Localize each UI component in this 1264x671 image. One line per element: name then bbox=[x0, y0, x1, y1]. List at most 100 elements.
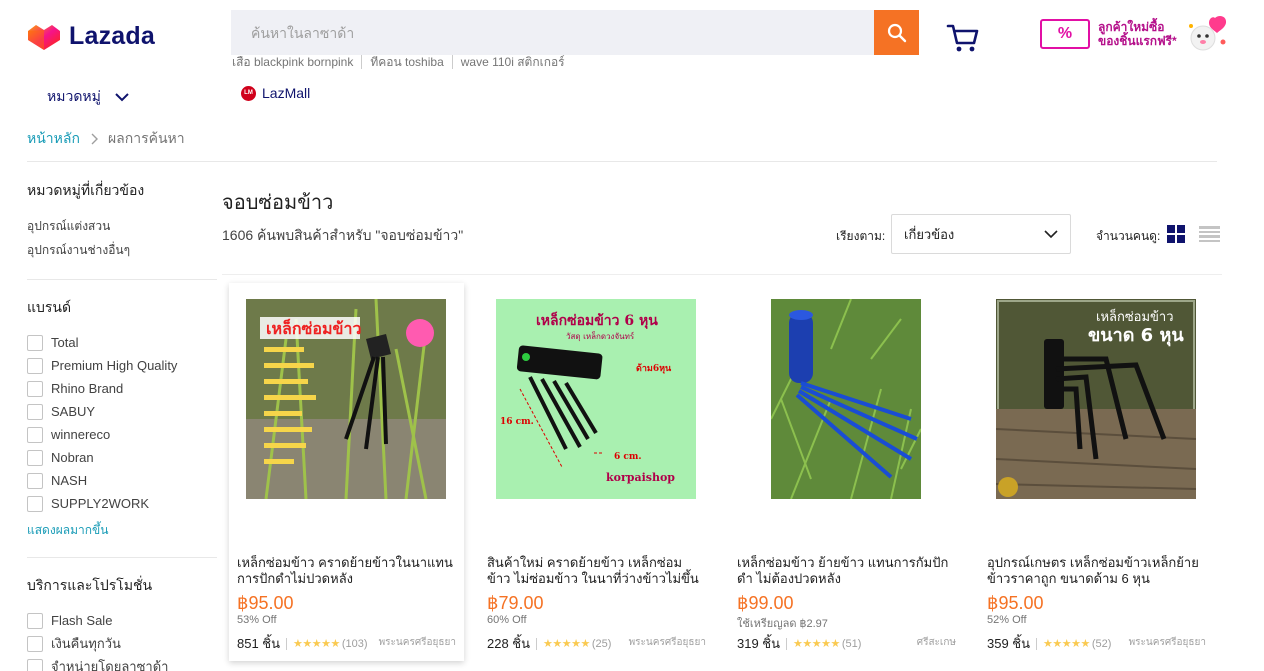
brand-filter-option[interactable]: SUPPLY2WORK bbox=[27, 492, 217, 515]
review-count: (103) bbox=[341, 637, 368, 650]
search-icon bbox=[887, 23, 906, 42]
product-price: ฿79.00 bbox=[487, 593, 544, 613]
related-category-link[interactable]: อุปกรณ์งานช่างอื่นๆ bbox=[27, 238, 217, 262]
product-location: พระนครศรีอยุธยา bbox=[1128, 637, 1206, 648]
service-filter-option[interactable]: Flash Sale bbox=[27, 609, 217, 632]
checkbox[interactable] bbox=[27, 612, 43, 629]
list-view-icon[interactable] bbox=[1199, 226, 1220, 242]
show-more-brands-link[interactable]: แสดงผลมากขึ้น bbox=[27, 521, 217, 540]
review-count: (51) bbox=[841, 637, 862, 650]
related-category-link[interactable]: อุปกรณ์แต่งสวน bbox=[27, 214, 217, 238]
brand-filter-option[interactable]: Rhino Brand bbox=[27, 377, 217, 400]
suggestion-link[interactable]: wave 110i สติกเกอร์ bbox=[451, 55, 573, 69]
service-label: Flash Sale bbox=[51, 613, 113, 628]
checkbox[interactable] bbox=[27, 380, 43, 397]
brand-filter-option[interactable]: Total bbox=[27, 331, 217, 354]
checkbox[interactable] bbox=[27, 495, 43, 512]
divider bbox=[27, 279, 217, 280]
product-rating-row: 319 ชิ้น ★★★★★ (51) bbox=[737, 633, 861, 654]
checkbox[interactable] bbox=[27, 472, 43, 489]
brand-label: Rhino Brand bbox=[51, 381, 124, 396]
review-count: (25) bbox=[591, 637, 612, 650]
search-input[interactable] bbox=[231, 10, 874, 55]
product-discount: 52% Off bbox=[987, 614, 1027, 626]
sort-label: เรียงตาม: bbox=[836, 229, 886, 243]
chevron-down-icon bbox=[1044, 229, 1058, 238]
search-bar bbox=[231, 10, 919, 55]
search-button[interactable] bbox=[874, 10, 919, 55]
categories-label: หมวดหมู่ bbox=[47, 88, 101, 104]
checkbox[interactable] bbox=[27, 635, 43, 652]
brand-label: winnereco bbox=[51, 427, 111, 442]
promo-text: ลูกค้าใหม่ซื้อ ของชิ้นแรกฟรี* bbox=[1098, 20, 1177, 48]
product-card[interactable]: เหล็กซ่อมข้าว ย้ายข้าว แทนการกัมปักดำ ไม… bbox=[729, 283, 964, 661]
product-price: ฿99.00 bbox=[737, 593, 794, 613]
divider bbox=[27, 557, 217, 558]
brand-filter-option[interactable]: SABUY bbox=[27, 400, 217, 423]
image-caption: เหล็กซ่อมข้าว 6 หุน bbox=[536, 311, 658, 329]
product-image[interactable]: เหล็กซ่อมข้าว ขนาด 6 หุน bbox=[996, 299, 1196, 499]
image-caption: เหล็กซ่อมข้าว bbox=[1096, 307, 1174, 325]
filter-sidebar: หมวดหมู่ที่เกี่ยวข้อง อุปกรณ์แต่งสวน อุป… bbox=[27, 180, 217, 671]
review-count: (52) bbox=[1091, 637, 1112, 650]
cart-button[interactable] bbox=[946, 22, 980, 54]
brand-label: Nobran bbox=[51, 450, 94, 465]
product-name[interactable]: เหล็กซ่อมข้าว ย้ายข้าว แทนการกัมปักดำ ไม… bbox=[737, 555, 955, 587]
brand-filter-option[interactable]: Nobran bbox=[27, 446, 217, 469]
product-image[interactable] bbox=[771, 299, 921, 499]
checkbox[interactable] bbox=[27, 357, 43, 374]
product-location: พระนครศรีอยุธยา bbox=[628, 637, 706, 648]
chevron-right-icon bbox=[91, 133, 98, 145]
promo-symbol: % bbox=[1057, 25, 1073, 42]
product-card[interactable]: เหล็กซ่อมข้าว ขนาด 6 หุน อุปกรณ์เกษตร เห… bbox=[979, 283, 1214, 661]
lazmall-link[interactable]: LM LazMall bbox=[241, 85, 310, 101]
product-image[interactable]: เหล็กซ่อมข้าว 6 หุน วัสดุ เหล็กดวงจันทร์… bbox=[496, 299, 696, 499]
checkbox[interactable] bbox=[27, 658, 43, 671]
brand-filter-option[interactable]: NASH bbox=[27, 469, 217, 492]
image-caption: เหล็กซ่อมข้าว bbox=[266, 317, 361, 338]
product-rating-row: 359 ชิ้น ★★★★★ (52) bbox=[987, 633, 1111, 654]
sold-count: 228 ชิ้น bbox=[487, 636, 531, 651]
product-price: ฿95.00 bbox=[987, 593, 1044, 613]
image-label: korpaishop bbox=[606, 471, 675, 484]
product-name[interactable]: อุปกรณ์เกษตร เหล็กซ่อมข้าวเหล็กย้ายข้าวร… bbox=[987, 555, 1205, 587]
promo-text-line1: ลูกค้าใหม่ซื้อ bbox=[1098, 20, 1165, 34]
service-filter-option[interactable]: จำหน่ายโดยลาซาด้า bbox=[27, 655, 217, 671]
search-suggestions: เสือ blackpink bornpink ทีคอน toshiba wa… bbox=[232, 55, 573, 69]
brand-label: SUPPLY2WORK bbox=[51, 496, 150, 511]
mascot-icon bbox=[1185, 14, 1229, 54]
product-location: พระนครศรีอยุธยา bbox=[378, 637, 456, 648]
new-customer-promo-banner[interactable]: % ลูกค้าใหม่ซื้อ ของชิ้นแรกฟรี* bbox=[1040, 14, 1229, 54]
product-discount: 60% Off bbox=[487, 614, 527, 626]
breadcrumb-home[interactable]: หน้าหลัก bbox=[27, 128, 80, 150]
brand-label: NASH bbox=[51, 473, 88, 488]
divider bbox=[222, 274, 1222, 275]
checkbox[interactable] bbox=[27, 403, 43, 420]
rating-stars-icon: ★★★★★ bbox=[543, 638, 590, 650]
product-card[interactable]: เหล็กซ่อมข้าว 6 หุน วัสดุ เหล็กดวงจันทร์… bbox=[479, 283, 714, 661]
logo-text: Lazada bbox=[69, 22, 155, 50]
lazada-logo[interactable]: Lazada bbox=[27, 22, 155, 51]
service-filter-option[interactable]: เงินคืนทุกวัน bbox=[27, 632, 217, 655]
checkbox[interactable] bbox=[27, 334, 43, 351]
brand-filter-option[interactable]: Premium High Quality bbox=[27, 354, 217, 377]
brand-label: SABUY bbox=[51, 404, 96, 419]
grid-view-icon[interactable] bbox=[1167, 225, 1185, 243]
result-count: 1606 ค้นพบสินค้าสำหรับ "จอบซ่อมข้าว" bbox=[222, 227, 464, 243]
brand-filter-option[interactable]: winnereco bbox=[27, 423, 217, 446]
categories-dropdown[interactable]: หมวดหมู่ bbox=[47, 86, 129, 108]
product-name[interactable]: เหล็กซ่อมข้าว คราดย้ายข้าวในนาแทนการปักด… bbox=[237, 555, 455, 587]
sold-count: 319 ชิ้น bbox=[737, 636, 781, 651]
suggestion-link[interactable]: ทีคอน toshiba bbox=[361, 55, 451, 69]
suggestion-link[interactable]: เสือ blackpink bornpink bbox=[232, 55, 361, 69]
product-name[interactable]: สินค้าใหม่ คราดย้ายข้าว เหล็กซ่อมข้าว ไม… bbox=[487, 555, 705, 587]
checkbox[interactable] bbox=[27, 426, 43, 443]
sort-select[interactable]: เกี่ยวข้อง bbox=[891, 214, 1071, 254]
checkbox[interactable] bbox=[27, 449, 43, 466]
promo-text-line2: ของชิ้นแรกฟรี* bbox=[1098, 34, 1177, 48]
product-rating-row: 851 ชิ้น ★★★★★ (103) bbox=[237, 633, 368, 654]
product-image[interactable]: เหล็กซ่อมข้าว bbox=[246, 299, 446, 499]
product-discount: 53% Off bbox=[237, 614, 277, 626]
image-subcaption: ขนาด 6 หุน bbox=[1088, 325, 1184, 347]
product-card[interactable]: เหล็กซ่อมข้าว เหล็กซ่อมข้าว คราดย้ายข้าว… bbox=[229, 283, 464, 661]
